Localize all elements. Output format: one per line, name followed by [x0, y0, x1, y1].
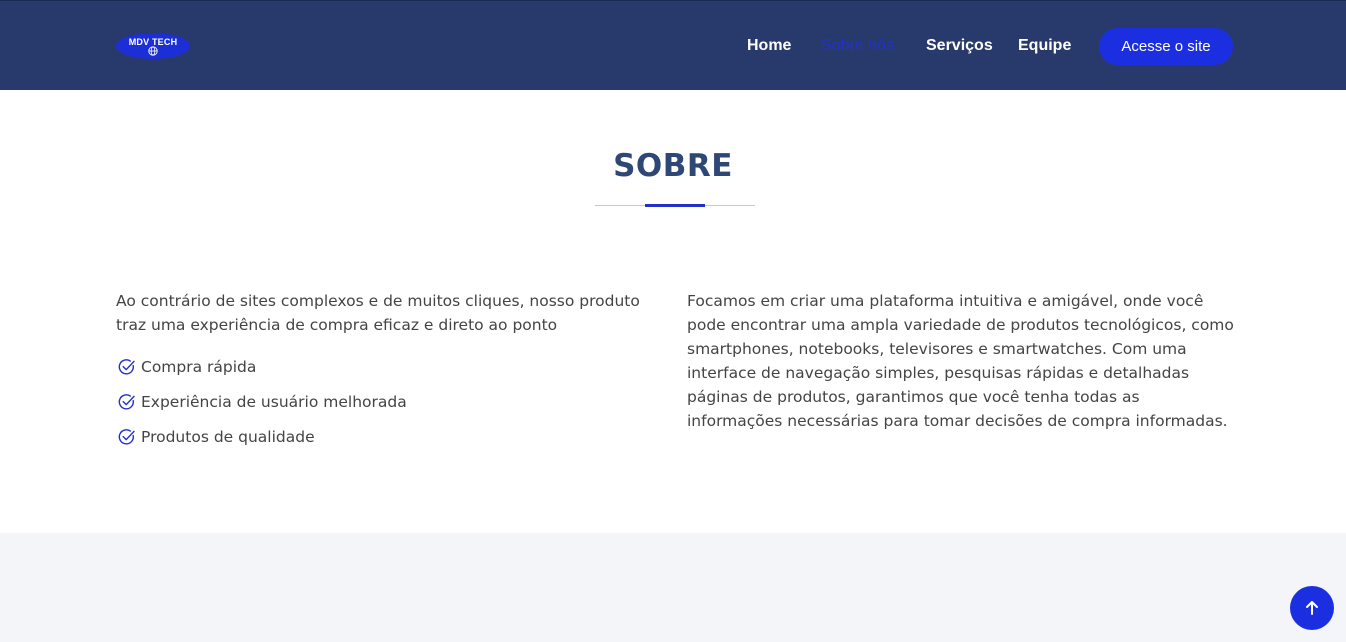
nav-item-servicos[interactable]: Serviços [926, 1, 993, 91]
about-intro-text: Ao contrário de sites complexos e de mui… [116, 292, 640, 334]
section-title: SOBRE [613, 148, 733, 184]
globe-icon [148, 46, 158, 56]
next-section [0, 533, 1346, 642]
arrow-up-icon [1306, 601, 1318, 615]
check-circle-icon [118, 394, 135, 410]
about-description-text: Focamos em criar uma plataforma intuitiv… [687, 292, 1234, 430]
nav-item-equipe[interactable]: Equipe [1018, 1, 1071, 91]
check-circle-icon [118, 429, 135, 445]
access-site-button[interactable]: Acesse o site [1099, 28, 1233, 65]
nav-item-sobre-nos[interactable]: Sobre nós [821, 1, 894, 91]
feature-label: Experiência de usuário melhorada [141, 393, 407, 411]
feature-label: Produtos de qualidade [141, 428, 315, 446]
feature-label: Compra rápida [141, 358, 257, 376]
logo[interactable]: MDV TECH [116, 33, 190, 59]
title-divider-accent [645, 204, 705, 207]
check-circle-icon [118, 359, 135, 375]
site-header: MDV TECH Home Sobre nós Serviços Equipe … [0, 0, 1346, 90]
back-to-top-button[interactable] [1290, 586, 1334, 630]
nav-item-home[interactable]: Home [747, 1, 791, 91]
